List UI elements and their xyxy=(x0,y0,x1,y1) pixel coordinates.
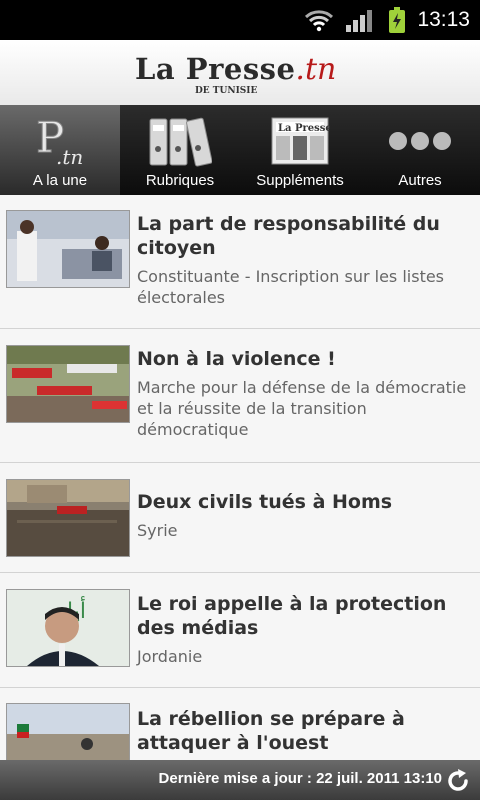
article-item[interactable]: La part de responsabilité du citoyen Con… xyxy=(0,195,480,329)
tab-label: A la une xyxy=(32,172,88,189)
ptn-logo-icon: P .tn xyxy=(0,113,120,168)
svg-text:.tn: .tn xyxy=(56,145,83,168)
article-item[interactable]: Non à la violence ! Marche pour la défen… xyxy=(0,329,480,463)
tab-label: Suppléments xyxy=(256,172,344,189)
newspaper-icon: La Presse xyxy=(240,113,360,168)
la-presse-logo: La Presse.tn DE TUNISIE xyxy=(135,52,345,102)
article-thumbnail xyxy=(6,345,130,423)
article-title: La part de responsabilité du citoyen xyxy=(137,213,440,259)
tab-bar: P .tn A la une Rubriques La Presse Suppl… xyxy=(0,105,480,195)
article-subtitle: Syrie xyxy=(137,521,178,540)
more-dots-icon xyxy=(360,113,480,168)
article-thumbnail xyxy=(6,479,130,557)
article-item[interactable]: Deux civils tués à Homs Syrie xyxy=(0,463,480,573)
svg-text:La Presse: La Presse xyxy=(278,123,330,134)
status-time: 13:13 xyxy=(417,8,470,31)
article-item[interactable]: أيا Le roi appelle à la protection des m… xyxy=(0,573,480,688)
article-title: La rébellion se prépare à attaquer à l'o… xyxy=(137,708,405,754)
logo-subtitle: DE TUNISIE xyxy=(195,86,258,96)
article-title: Le roi appelle à la protection des média… xyxy=(137,593,447,639)
article-title: Non à la violence ! xyxy=(137,348,336,370)
tab-supplements[interactable]: La Presse Suppléments xyxy=(240,105,360,195)
article-title: Deux civils tués à Homs xyxy=(137,491,393,513)
wifi-icon xyxy=(304,10,334,32)
logo-tn-text: .tn xyxy=(295,52,337,87)
app-header: La Presse.tn DE TUNISIE xyxy=(0,40,480,106)
last-update-text: Dernière mise a jour : 22 juil. 2011 13:… xyxy=(158,770,442,787)
article-thumbnail xyxy=(6,703,130,760)
article-item[interactable]: La rébellion se prépare à attaquer à l'o… xyxy=(0,688,480,760)
update-footer: Dernière mise a jour : 22 juil. 2011 13:… xyxy=(0,760,480,800)
article-subtitle: Constituante - Inscription sur les liste… xyxy=(137,267,445,307)
battery-icon xyxy=(389,7,405,33)
logo-main-text: La Presse xyxy=(135,52,296,86)
article-thumbnail: أيا xyxy=(6,589,130,667)
article-subtitle: Marche pour la défense de la démocratie … xyxy=(137,378,467,439)
tab-a-la-une[interactable]: P .tn A la une xyxy=(0,105,120,195)
binders-icon xyxy=(120,113,240,168)
tab-label: Autres xyxy=(398,172,442,189)
article-subtitle: Jordanie xyxy=(137,647,203,666)
tab-label: Rubriques xyxy=(145,172,215,189)
article-list: La part de responsabilité du citoyen Con… xyxy=(0,195,480,760)
tab-rubriques[interactable]: Rubriques xyxy=(120,105,240,195)
article-thumbnail xyxy=(6,210,130,288)
refresh-icon[interactable] xyxy=(444,767,472,795)
tab-autres[interactable]: Autres xyxy=(360,105,480,195)
status-bar: 13:13 xyxy=(0,0,480,40)
signal-icon xyxy=(346,10,372,32)
